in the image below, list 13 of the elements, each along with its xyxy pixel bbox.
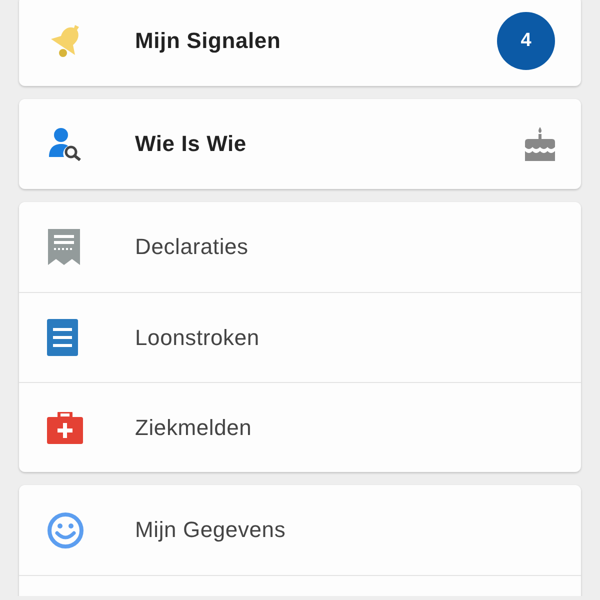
menu-item[interactable]: Loonstroken xyxy=(135,324,555,350)
smiley-icon xyxy=(47,512,84,548)
menu-item[interactable]: Wie Is Wie xyxy=(135,131,525,157)
count-badge: 4 xyxy=(497,12,555,70)
menu-item[interactable]: Declaraties xyxy=(135,234,555,260)
cake-icon xyxy=(525,127,555,161)
menu-item[interactable]: Mijn Signalen xyxy=(135,28,497,54)
receipt-icon xyxy=(47,228,81,266)
person-search-icon xyxy=(47,127,83,161)
menu-item[interactable]: Ziekmelden xyxy=(135,414,555,440)
menu-item[interactable]: Mijn Gegevens xyxy=(135,517,555,543)
medical-kit-icon xyxy=(47,412,83,444)
document-icon xyxy=(47,319,78,356)
